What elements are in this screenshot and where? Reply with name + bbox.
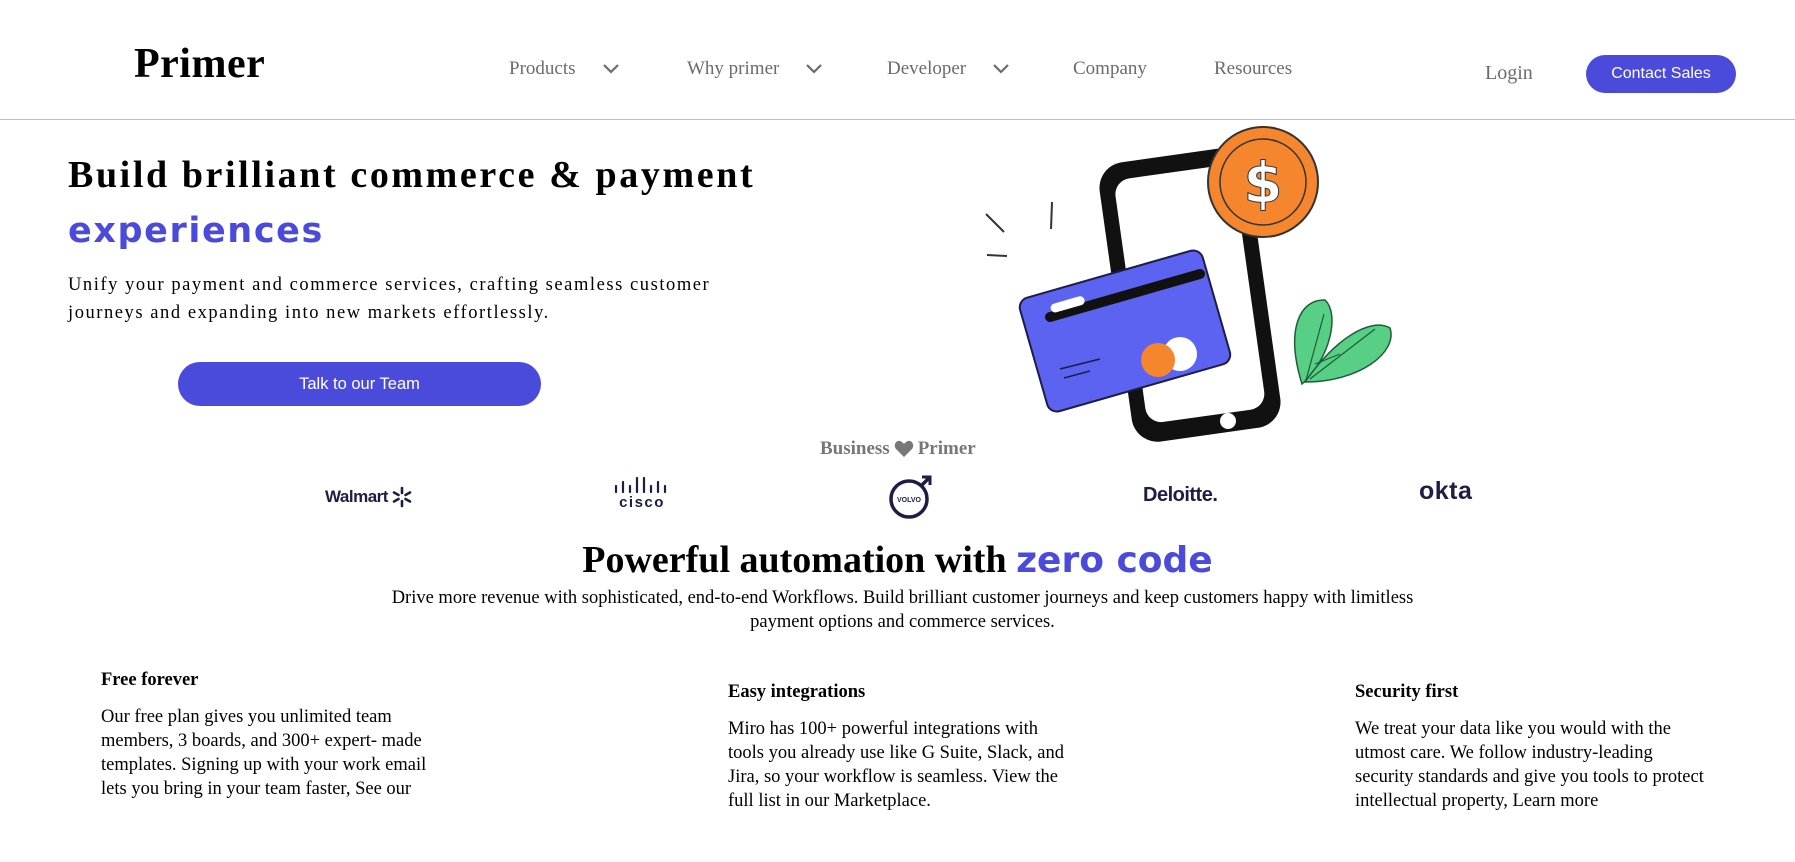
nav-why-primer[interactable]: Why primer — [687, 58, 823, 80]
nav-products-label: Products — [509, 58, 576, 79]
hero-subtitle: Unify your payment and commerce services… — [68, 275, 711, 323]
automation-title: Powerful automation with zero code — [0, 538, 1795, 582]
walmart-logo: Walmart — [325, 486, 413, 508]
feature-title: Easy integrations — [728, 682, 866, 702]
feature-free-forever: Free forever Our free plan gives you unl… — [101, 670, 461, 801]
deloitte-logo-text: Deloitte. — [1143, 484, 1218, 506]
cisco-bars-icon — [614, 476, 667, 494]
business-loves-primer: Business Primer — [820, 438, 976, 460]
feature-title: Free forever — [101, 670, 199, 690]
feature-text: We treat your data like you would with t… — [1355, 719, 1704, 811]
talk-to-team-button[interactable]: Talk to our Team — [178, 362, 541, 406]
feature-text: Miro has 100+ powerful integrations with… — [728, 719, 1065, 811]
svg-text:$: $ — [1244, 151, 1283, 216]
nav-resources[interactable]: Resources — [1214, 58, 1292, 80]
motion-lines-icon — [985, 201, 1053, 257]
volvo-logo: VOLVO — [887, 474, 933, 520]
chevron-down-icon — [602, 64, 619, 74]
volvo-emblem-icon: VOLVO — [889, 475, 932, 519]
cisco-logo-text: cisco — [619, 494, 665, 511]
walmart-logo-text: Walmart — [325, 487, 388, 506]
top-navbar: Primer Products Why primer Developer Com… — [0, 0, 1795, 120]
deloitte-logo: Deloitte. — [1143, 484, 1218, 507]
primer-logo[interactable]: Primer — [134, 40, 265, 88]
spark-icon — [392, 486, 412, 508]
feature-security-first: Security first We treat your data like y… — [1355, 682, 1715, 813]
svg-text:VOLVO: VOLVO — [897, 497, 922, 504]
feature-text: Our free plan gives you unlimited team m… — [101, 707, 427, 799]
okta-logo: okta — [1419, 477, 1472, 506]
leaf-icon — [1294, 299, 1392, 386]
dollar-coin-icon: $ — [1207, 126, 1319, 238]
chevron-down-icon — [993, 64, 1009, 74]
nav-products[interactable]: Products — [509, 58, 620, 80]
business-label: Business — [820, 438, 890, 459]
nav-company-label: Company — [1073, 58, 1147, 79]
feature-easy-integrations: Easy integrations Miro has 100+ powerful… — [728, 682, 1088, 813]
nav-developer[interactable]: Developer — [887, 58, 1010, 80]
feature-title: Security first — [1355, 682, 1459, 702]
hero-title: Build brilliant commerce & payment — [68, 154, 756, 196]
heart-icon — [894, 440, 913, 457]
nav-developer-label: Developer — [887, 58, 967, 79]
nav-why-primer-label: Why primer — [687, 58, 780, 79]
nav-company[interactable]: Company — [1073, 58, 1147, 80]
login-link[interactable]: Login — [1485, 62, 1533, 85]
okta-logo-text: okta — [1419, 477, 1473, 505]
cisco-logo: cisco — [612, 476, 672, 511]
chevron-down-icon — [806, 64, 823, 74]
contact-sales-button[interactable]: Contact Sales — [1586, 55, 1736, 93]
hero-title-accent: experiences — [68, 211, 324, 251]
nav-resources-label: Resources — [1214, 58, 1293, 79]
primer-label: Primer — [917, 438, 976, 459]
automation-subtitle: Drive more revenue with sophisticated, e… — [391, 588, 1414, 632]
automation-title-accent: zero code — [1016, 540, 1213, 581]
payment-illustration: $ — [985, 126, 1392, 442]
automation-title-text: Powerful automation with — [582, 539, 1017, 581]
